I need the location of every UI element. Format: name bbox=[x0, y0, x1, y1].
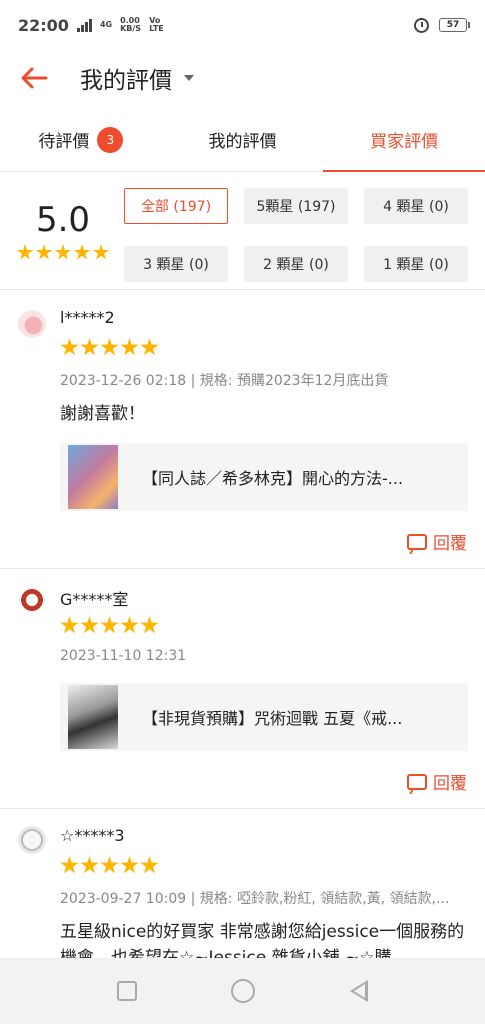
tab-label: 買家評價 bbox=[370, 132, 439, 152]
star-filters: 全部 (197) 5顆星 (197) 4 顆星 (0) 3 顆星 (0) 2 顆… bbox=[124, 188, 469, 289]
reply-button[interactable]: 回覆 bbox=[407, 529, 467, 554]
tab-label: 待評價 bbox=[38, 132, 90, 152]
alarm-icon bbox=[414, 17, 429, 33]
filter-3-star[interactable]: 3 顆星 (0) bbox=[124, 245, 228, 282]
star-icon bbox=[100, 616, 119, 634]
star-icon bbox=[35, 244, 53, 260]
review-meta: 2023-12-26 02:18 | 規格: 預購2023年12月底出貨 bbox=[60, 373, 389, 389]
filter-5-star[interactable]: 5顆星 (197) bbox=[244, 188, 348, 224]
star-icon bbox=[140, 856, 159, 874]
star-icon bbox=[92, 244, 110, 260]
star-icon bbox=[100, 856, 119, 874]
home-icon[interactable] bbox=[231, 979, 256, 1003]
review-stars bbox=[60, 856, 159, 875]
count-badge: 3 bbox=[97, 126, 124, 153]
status-bar: 22:00 4G 0.00 KB/S Vo LTE 57 bbox=[0, 0, 485, 50]
star-icon bbox=[60, 616, 79, 634]
comment-icon bbox=[407, 533, 427, 550]
tab-label: 我的評價 bbox=[208, 132, 277, 152]
star-icon bbox=[80, 856, 99, 874]
avatar[interactable] bbox=[18, 310, 46, 338]
review-stars bbox=[60, 338, 159, 357]
rating-summary: 5.0 全部 (197) 5顆星 (197) 4 顆星 (0) 3 顆星 (0)… bbox=[0, 172, 485, 290]
avatar[interactable] bbox=[18, 826, 46, 854]
tab-pending-review[interactable]: 待評價 3 bbox=[0, 108, 162, 171]
star-icon bbox=[54, 244, 72, 260]
app-header: 我的評價 bbox=[0, 50, 485, 106]
product-thumbnail bbox=[60, 683, 126, 751]
speed-unit: KB/S bbox=[120, 24, 142, 33]
average-score: 5.0 bbox=[35, 200, 91, 240]
signal-icon bbox=[76, 18, 92, 32]
star-icon bbox=[73, 244, 91, 260]
product-card[interactable]: 【非現貨預購】咒術迴戰 五夏《戒... bbox=[60, 683, 468, 751]
system-nav-bar bbox=[0, 958, 485, 1024]
back-arrow-icon[interactable] bbox=[18, 62, 50, 94]
star-icon bbox=[140, 338, 159, 356]
filter-all[interactable]: 全部 (197) bbox=[124, 188, 228, 224]
product-name: 【非現貨預購】咒術迴戰 五夏《戒... bbox=[142, 709, 403, 728]
page-title[interactable]: 我的評價 bbox=[80, 61, 172, 95]
review-meta: 2023-11-10 12:31 bbox=[60, 648, 187, 664]
review-item: l*****2 2023-12-26 02:18 | 規格: 預購2023年12… bbox=[0, 292, 485, 569]
carrier-label: Vo LTE bbox=[149, 16, 164, 33]
tab-bar: 待評價 3 我的評價 買家評價 bbox=[0, 108, 485, 172]
reply-label: 回覆 bbox=[433, 774, 467, 794]
network-type: 4G bbox=[99, 20, 113, 29]
star-icon bbox=[16, 244, 34, 260]
average-stars bbox=[16, 244, 110, 261]
product-thumbnail bbox=[60, 443, 126, 511]
back-triangle-icon[interactable] bbox=[349, 980, 368, 1002]
review-stars bbox=[60, 616, 159, 635]
status-time: 22:00 bbox=[18, 15, 69, 35]
product-name: 【同人誌／希多林克】開心的方法-... bbox=[142, 469, 404, 488]
star-icon bbox=[100, 338, 119, 356]
filter-2-star[interactable]: 2 顆星 (0) bbox=[244, 245, 348, 282]
caret-down-icon[interactable] bbox=[184, 75, 194, 81]
product-card[interactable]: 【同人誌／希多林克】開心的方法-... bbox=[60, 443, 468, 511]
star-icon bbox=[120, 856, 139, 874]
star-icon bbox=[140, 616, 159, 634]
star-icon bbox=[120, 616, 139, 634]
review-comment: 五星級nice的好買家 非常感謝您給jessice一個服務的機會，也希望在☆~J… bbox=[60, 922, 465, 959]
star-icon bbox=[60, 856, 79, 874]
star-icon bbox=[80, 338, 99, 356]
filter-4-star[interactable]: 4 顆星 (0) bbox=[364, 188, 468, 224]
review-item: ☆*****3 2023-09-27 10:09 | 規格: 啞鈴款,粉紅, 領… bbox=[0, 809, 485, 959]
star-icon bbox=[120, 338, 139, 356]
star-icon bbox=[80, 616, 99, 634]
reviewer-name: l*****2 bbox=[60, 308, 115, 327]
review-item: G*****室 2023-11-10 12:31 【非現貨預購】咒術迴戰 五夏《… bbox=[0, 569, 485, 809]
star-icon bbox=[60, 338, 79, 356]
filter-1-star[interactable]: 1 顆星 (0) bbox=[364, 245, 468, 282]
review-meta: 2023-09-27 10:09 | 規格: 啞鈴款,粉紅, 領結款,黃, 領結… bbox=[60, 891, 450, 907]
battery-icon: 57 bbox=[439, 18, 470, 32]
reply-label: 回覆 bbox=[433, 534, 467, 554]
reviewer-name: ☆*****3 bbox=[60, 826, 125, 845]
recents-icon[interactable] bbox=[117, 981, 138, 1001]
reviewer-name: G*****室 bbox=[60, 590, 129, 609]
avatar[interactable] bbox=[18, 586, 46, 614]
review-comment: 謝謝喜歡！ bbox=[60, 404, 145, 424]
comment-icon bbox=[407, 773, 427, 790]
tab-buyer-reviews[interactable]: 買家評價 bbox=[323, 108, 485, 172]
tab-my-reviews[interactable]: 我的評價 bbox=[162, 108, 324, 171]
reply-button[interactable]: 回覆 bbox=[407, 769, 467, 794]
